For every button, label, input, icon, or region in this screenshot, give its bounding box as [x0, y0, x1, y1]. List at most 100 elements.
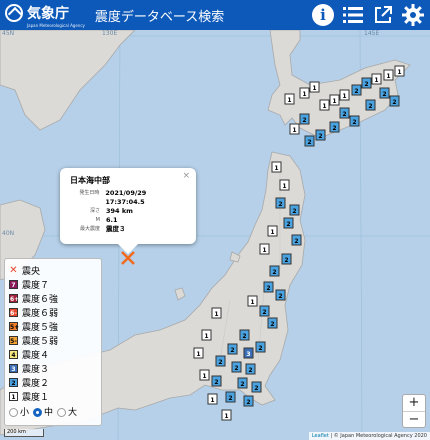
radio-large[interactable] [57, 408, 67, 417]
station-marker[interactable]: 2 [239, 329, 250, 341]
zoom-control: + − [402, 394, 426, 428]
jma-logo[interactable]: 気象庁 Japan Meteorological Agency [5, 3, 85, 28]
station-marker[interactable]: 1 [207, 393, 218, 405]
settings-button[interactable] [402, 4, 424, 26]
info-button[interactable]: i [312, 4, 334, 26]
station-marker[interactable]: 2 [215, 355, 226, 367]
zoom-in-button[interactable]: + [403, 395, 425, 411]
popup-label: 発生日時 [79, 190, 100, 196]
legend-label: 震度１ [22, 392, 50, 403]
station-marker[interactable]: 1 [383, 69, 394, 81]
station-marker[interactable]: 1 [339, 89, 350, 101]
list-button[interactable] [342, 4, 364, 26]
svg-text:2: 2 [354, 88, 358, 95]
station-marker[interactable]: 1 [201, 329, 212, 341]
station-marker[interactable]: 2 [329, 121, 340, 133]
station-marker[interactable]: 1 [247, 295, 258, 307]
station-marker[interactable]: 2 [225, 391, 236, 403]
size-option-medium[interactable]: 中 [33, 405, 53, 418]
station-marker[interactable]: 2 [275, 197, 286, 209]
station-marker[interactable]: 2 [251, 381, 262, 393]
svg-text:2: 2 [218, 359, 222, 366]
station-marker[interactable]: 2 [283, 217, 294, 229]
radio-medium[interactable] [33, 408, 43, 417]
svg-text:2: 2 [242, 333, 246, 340]
station-marker[interactable]: 2 [263, 281, 274, 293]
station-marker[interactable]: 2 [389, 95, 400, 107]
station-marker[interactable]: 1 [299, 87, 310, 99]
svg-text:1: 1 [374, 77, 378, 84]
svg-text:2: 2 [254, 385, 258, 392]
svg-text:2: 2 [278, 201, 282, 208]
size-label: 大 [68, 408, 78, 418]
station-marker[interactable]: 1 [193, 347, 204, 359]
radio-small[interactable] [9, 408, 18, 417]
station-marker[interactable]: 2 [299, 113, 310, 125]
station-marker[interactable]: 2 [291, 234, 302, 246]
station-marker[interactable]: 2 [269, 265, 280, 277]
station-marker[interactable]: 1 [371, 73, 382, 85]
station-marker[interactable]: 1 [284, 93, 295, 105]
svg-text:1: 1 [322, 103, 326, 110]
intensity-swatch: 6- [9, 307, 18, 317]
station-marker[interactable]: 2 [349, 115, 360, 127]
station-marker[interactable]: 1 [259, 243, 270, 255]
station-marker[interactable]: 1 [267, 225, 278, 237]
svg-text:2: 2 [240, 381, 244, 388]
station-marker[interactable]: 2 [237, 377, 248, 389]
svg-text:2: 2 [228, 395, 232, 402]
legend-label: 震度３ [22, 364, 50, 375]
station-marker[interactable]: 2 [339, 107, 350, 119]
external-link-icon [375, 6, 392, 23]
station-marker[interactable]: 2 [379, 87, 390, 99]
station-marker[interactable]: 1 [271, 161, 282, 173]
station-marker[interactable]: 2 [289, 204, 300, 216]
leaflet-link[interactable]: Leaflet [312, 433, 329, 439]
station-marker[interactable]: 2 [267, 317, 278, 329]
jma-emblem-icon [5, 3, 23, 22]
station-marker[interactable]: 1 [199, 369, 210, 381]
station-marker[interactable]: 2 [281, 253, 292, 265]
logo-text: 気象庁 [27, 5, 69, 22]
station-marker[interactable]: 2 [243, 395, 254, 407]
station-marker[interactable]: 2 [365, 99, 376, 111]
size-option-small[interactable]: 小 [9, 405, 29, 418]
station-marker[interactable]: 2 [227, 343, 238, 355]
legend-item: 5+ 震度５強 [9, 319, 97, 333]
size-label: 中 [44, 408, 54, 418]
svg-text:1: 1 [270, 229, 274, 236]
size-option-large[interactable]: 大 [57, 405, 77, 418]
scale-bar: 200 km [4, 429, 44, 437]
station-marker[interactable]: 1 [279, 179, 290, 191]
external-link-button[interactable] [372, 4, 394, 26]
intensity-swatch: 7 [9, 279, 18, 289]
station-marker[interactable]: 1 [289, 123, 300, 135]
station-marker[interactable]: 1 [309, 81, 320, 93]
station-marker[interactable]: 2 [245, 363, 256, 375]
svg-text:2: 2 [272, 269, 276, 276]
station-marker[interactable]: 3 [243, 347, 254, 359]
station-marker[interactable]: 2 [351, 84, 362, 96]
station-marker[interactable]: 1 [329, 94, 340, 106]
station-marker[interactable]: 2 [259, 305, 270, 317]
svg-text:1: 1 [202, 373, 206, 380]
station-marker[interactable]: 2 [315, 129, 326, 141]
station-marker[interactable]: 1 [211, 307, 222, 319]
station-marker[interactable]: 2 [231, 361, 242, 373]
station-marker[interactable]: 2 [304, 135, 315, 147]
svg-text:1: 1 [282, 183, 286, 190]
svg-text:1: 1 [312, 85, 316, 92]
lat-label-mid: 40N [2, 230, 15, 237]
attribution: Leaflet | © Japan Meteorological Agency … [308, 432, 430, 440]
station-marker[interactable]: 1 [319, 99, 330, 111]
station-marker[interactable]: 2 [211, 375, 222, 387]
station-marker[interactable]: 2 [275, 289, 286, 301]
svg-text:2: 2 [292, 208, 296, 215]
station-marker[interactable]: 1 [221, 409, 232, 421]
zoom-out-button[interactable]: − [403, 411, 425, 428]
station-marker[interactable]: 2 [361, 77, 372, 89]
popup-label: M [95, 217, 100, 223]
station-marker[interactable]: 1 [394, 65, 405, 77]
popup-close-button[interactable]: × [182, 171, 190, 181]
station-marker[interactable]: 2 [255, 341, 266, 353]
